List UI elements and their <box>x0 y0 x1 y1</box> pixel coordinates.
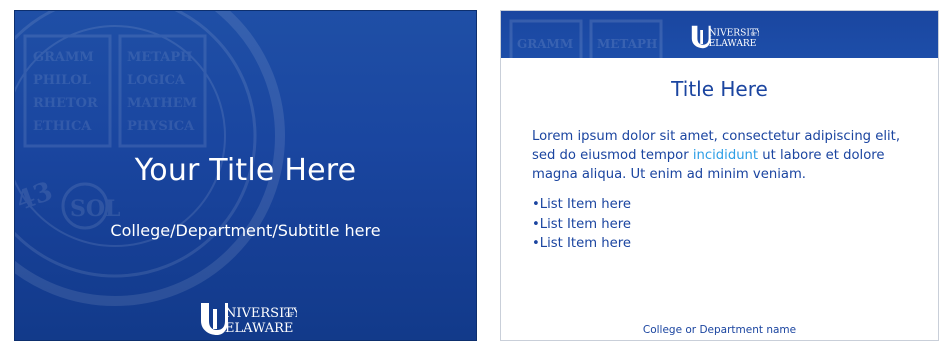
slide-title: Your Title Here <box>134 153 357 188</box>
list-item: •List Item here <box>532 236 631 251</box>
university-of-delaware-logo: NIVERSITY OF ELAWARE <box>691 25 759 49</box>
svg-text:OF: OF <box>285 312 294 319</box>
slide-header-band: GRAMM METAPH NIVERSITY OF ELAWARE <box>501 11 938 58</box>
seal-word: PHILOL <box>33 73 91 88</box>
seal-word: PHYSICA <box>127 119 195 134</box>
svg-text:ELAWARE: ELAWARE <box>709 39 757 49</box>
content-slide-thumbnail[interactable]: GRAMM METAPH NIVERSITY OF ELAWARE Title … <box>500 10 939 341</box>
list-item: •List Item here <box>532 197 631 212</box>
seal-word: GRAMM <box>517 37 573 51</box>
slide-body-paragraph: Lorem ipsum dolor sit amet, consectetur … <box>532 127 922 184</box>
list-item: •List Item here <box>532 216 631 232</box>
highlighted-word: incididunt <box>692 148 759 163</box>
seal-word: GRAMM <box>33 50 94 65</box>
seal-word: RHETOR <box>33 96 98 111</box>
university-of-delaware-logo: NIVERSITY OF ELAWARE <box>201 303 297 336</box>
svg-text:OF: OF <box>751 32 757 37</box>
seal-word: MATHEM <box>127 96 197 111</box>
svg-text:ELAWARE: ELAWARE <box>225 321 293 336</box>
slide-title: Title Here <box>671 77 768 101</box>
title-slide-thumbnail[interactable]: GRAMM METAPH PHILOL LOGICA RHETOR MATHEM… <box>14 10 477 341</box>
seal-word: ETHICA <box>33 119 92 134</box>
seal-word: METAPH <box>597 37 657 51</box>
seal-word: SOL <box>70 196 121 222</box>
bullet-list: •List Item here •List Item here •List It… <box>532 195 631 254</box>
seal-word: METAPH <box>127 50 192 65</box>
slide-footer: College or Department name <box>642 324 797 336</box>
slide-subtitle: College/Department/Subtitle here <box>110 221 381 240</box>
seal-word: LOGICA <box>127 73 186 88</box>
